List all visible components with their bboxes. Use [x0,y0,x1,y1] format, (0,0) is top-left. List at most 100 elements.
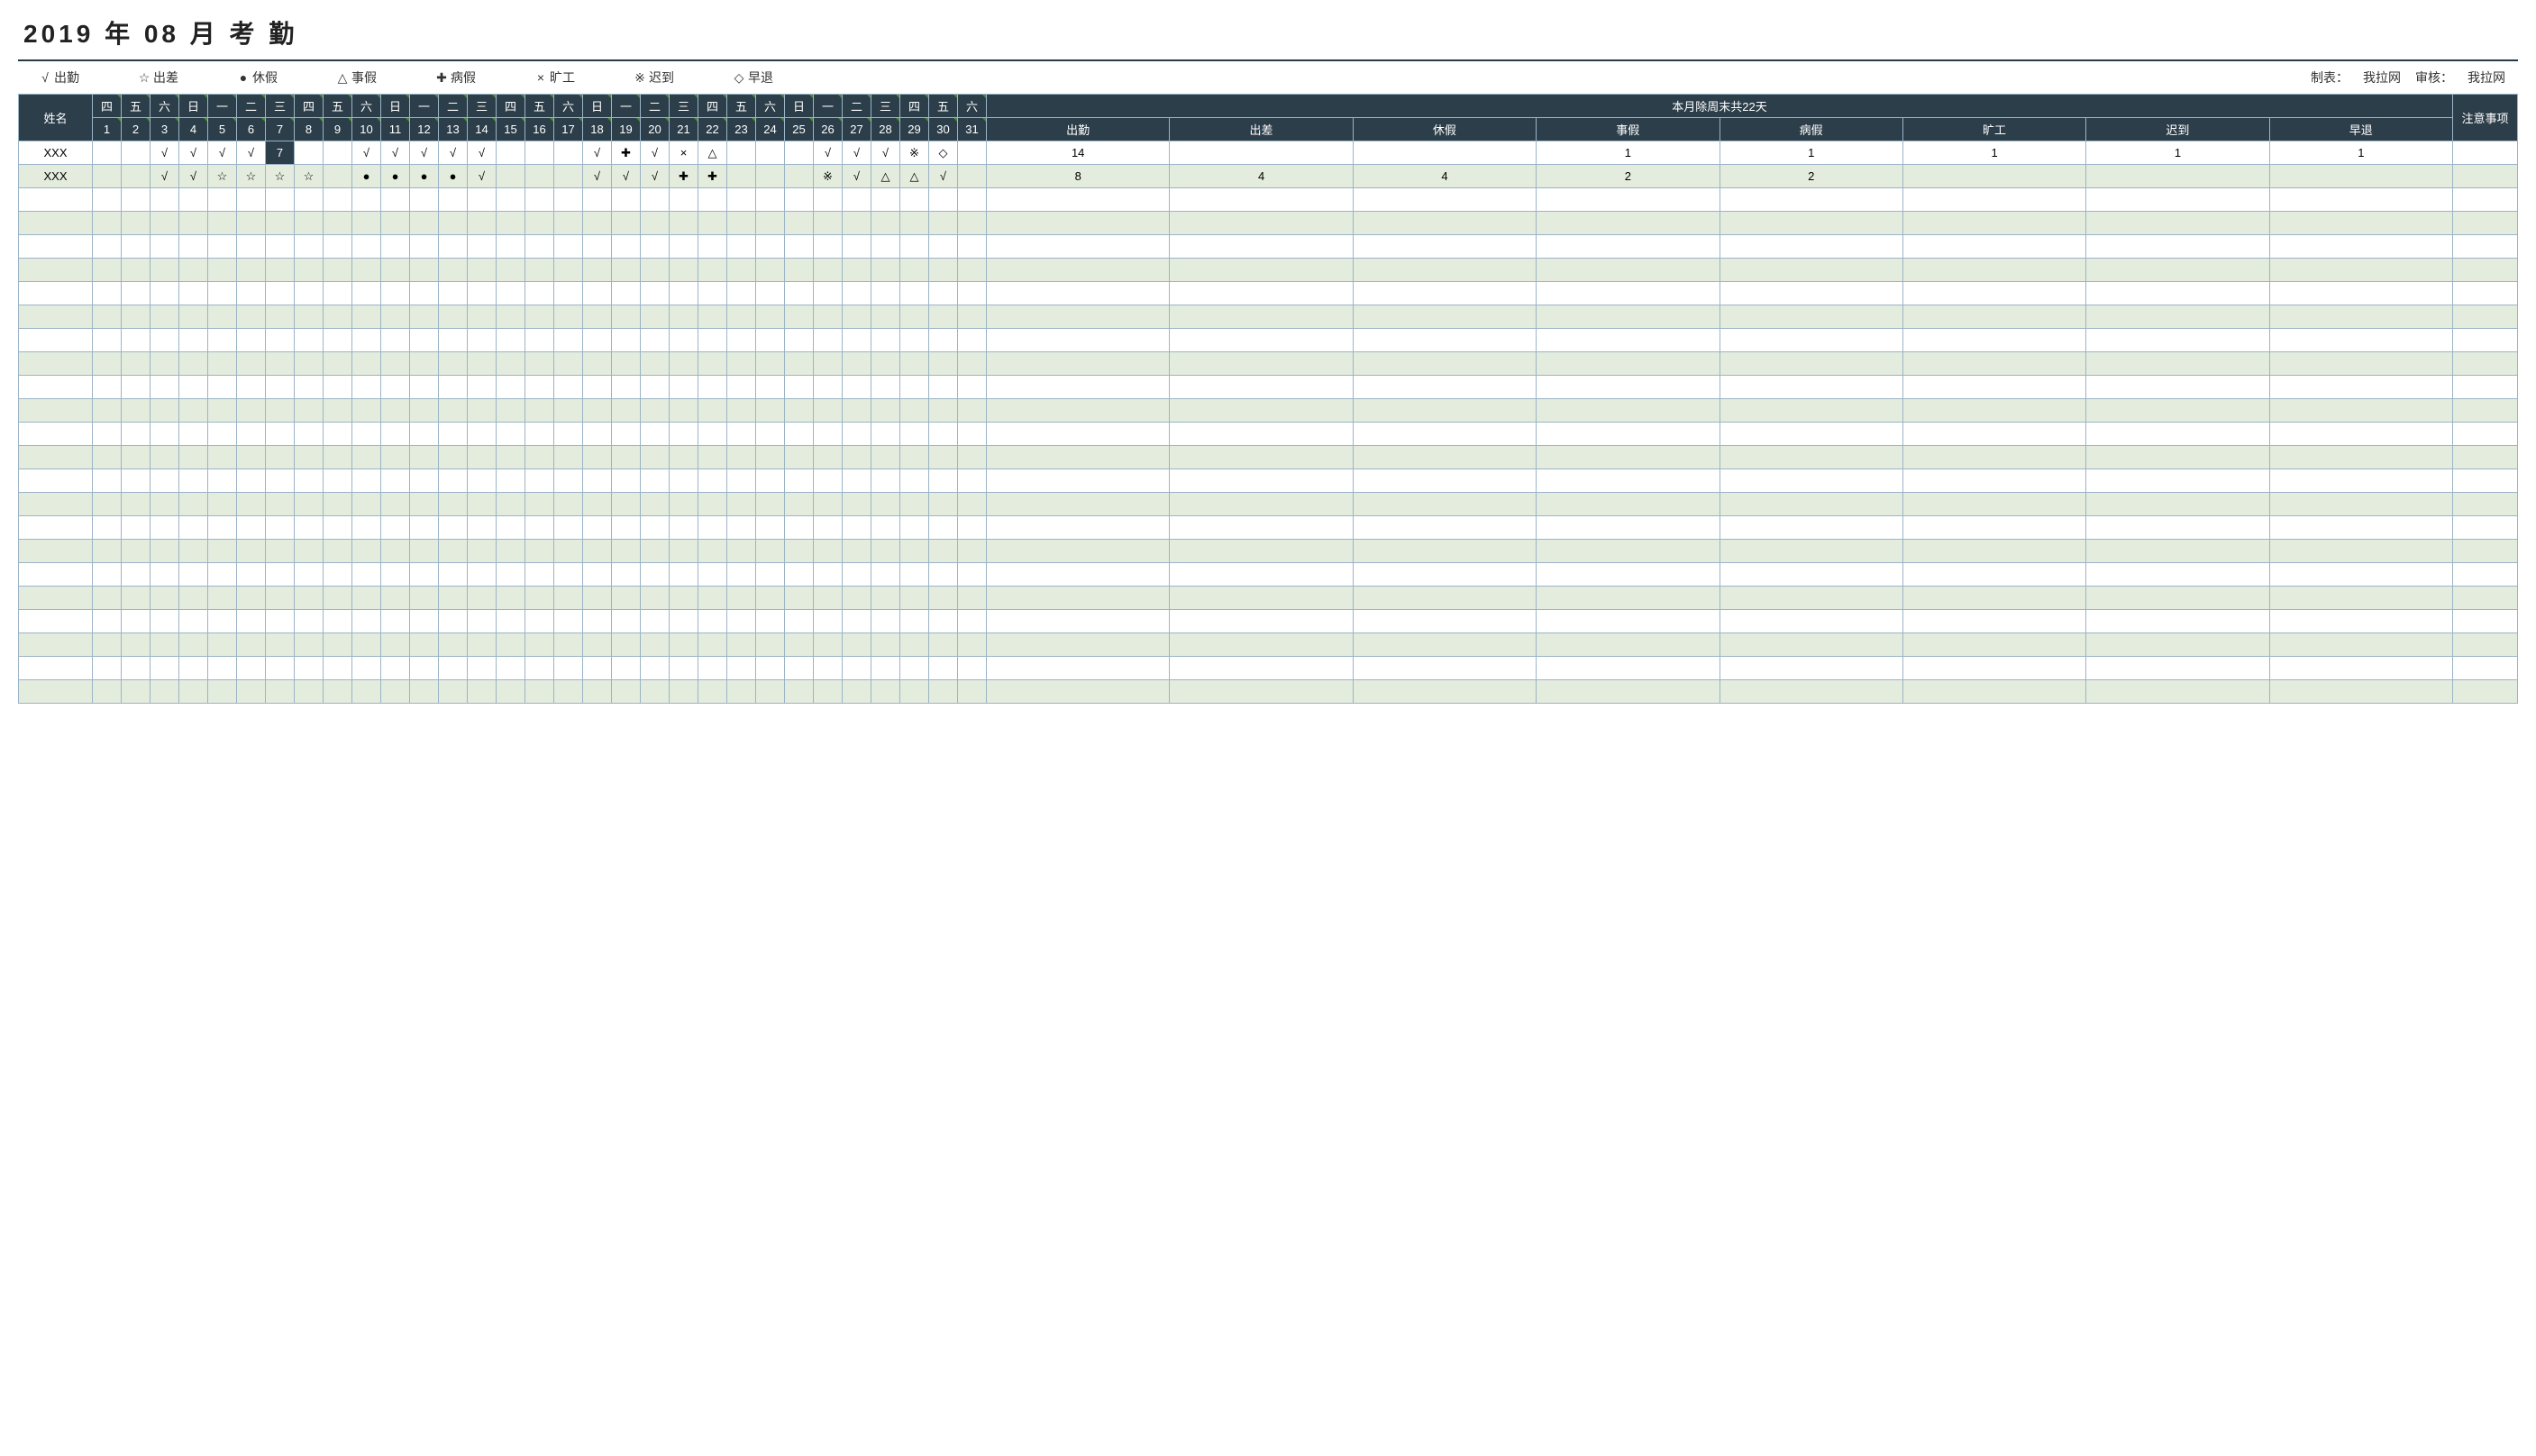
day-cell[interactable] [814,235,843,259]
day-cell[interactable] [583,587,612,610]
day-cell[interactable] [295,188,324,212]
day-cell[interactable] [295,423,324,446]
day-cell[interactable] [756,165,785,188]
day-cell[interactable] [641,469,670,493]
day-cell[interactable] [785,165,814,188]
day-cell[interactable]: √ [151,141,179,165]
day-cell[interactable] [468,587,497,610]
day-cell[interactable] [583,399,612,423]
day-cell[interactable] [554,610,583,633]
notes-cell[interactable] [2453,633,2518,657]
day-cell[interactable] [151,282,179,305]
day-cell[interactable] [208,657,237,680]
day-cell[interactable] [871,446,900,469]
day-cell[interactable] [612,399,641,423]
day-cell[interactable] [151,657,179,680]
day-cell[interactable] [843,540,871,563]
day-cell[interactable] [929,235,958,259]
day-cell[interactable] [843,305,871,329]
day-cell[interactable] [670,188,698,212]
day-cell[interactable] [208,563,237,587]
day-cell[interactable]: √ [583,141,612,165]
day-cell[interactable] [900,469,929,493]
day-cell[interactable] [583,493,612,516]
day-cell[interactable] [871,610,900,633]
day-cell[interactable] [583,657,612,680]
day-cell[interactable] [583,423,612,446]
day-cell[interactable] [295,305,324,329]
day-cell[interactable] [237,329,266,352]
day-cell[interactable] [410,235,439,259]
day-cell[interactable] [698,633,727,657]
day-cell[interactable] [122,259,151,282]
day-cell[interactable] [122,235,151,259]
day-cell[interactable] [410,680,439,704]
day-cell[interactable] [266,329,295,352]
day-cell[interactable]: √ [871,141,900,165]
notes-cell[interactable] [2453,282,2518,305]
day-cell[interactable] [179,212,208,235]
day-cell[interactable] [641,235,670,259]
day-cell[interactable] [468,376,497,399]
day-cell[interactable] [324,563,352,587]
day-cell[interactable] [814,446,843,469]
day-cell[interactable] [727,399,756,423]
day-cell[interactable] [439,329,468,352]
day-cell[interactable] [439,516,468,540]
day-cell[interactable] [151,680,179,704]
day-cell[interactable] [583,305,612,329]
day-cell[interactable] [698,610,727,633]
day-cell[interactable] [900,329,929,352]
day-cell[interactable] [93,188,122,212]
day-cell[interactable] [843,563,871,587]
day-cell[interactable] [179,493,208,516]
day-cell[interactable] [439,188,468,212]
day-cell[interactable] [352,305,381,329]
day-cell[interactable] [93,259,122,282]
day-cell[interactable] [612,235,641,259]
day-cell[interactable] [179,376,208,399]
day-cell[interactable] [554,188,583,212]
name-cell[interactable] [19,282,93,305]
day-cell[interactable]: ☆ [266,165,295,188]
day-cell[interactable] [785,352,814,376]
day-cell[interactable] [208,469,237,493]
day-cell[interactable] [208,329,237,352]
day-cell[interactable] [785,516,814,540]
day-cell[interactable]: √ [929,165,958,188]
day-cell[interactable] [266,633,295,657]
day-cell[interactable] [122,446,151,469]
day-cell[interactable] [324,446,352,469]
day-cell[interactable] [266,423,295,446]
day-cell[interactable] [900,516,929,540]
day-cell[interactable] [468,563,497,587]
day-cell[interactable] [525,610,554,633]
day-cell[interactable] [900,259,929,282]
day-cell[interactable] [727,446,756,469]
day-cell[interactable]: ☆ [237,165,266,188]
day-cell[interactable] [324,188,352,212]
day-cell[interactable] [958,305,987,329]
day-cell[interactable] [727,563,756,587]
day-cell[interactable] [785,469,814,493]
day-cell[interactable] [439,540,468,563]
day-cell[interactable] [410,399,439,423]
day-cell[interactable] [237,680,266,704]
day-cell[interactable] [525,212,554,235]
day-cell[interactable] [785,493,814,516]
day-cell[interactable] [93,141,122,165]
day-cell[interactable] [554,282,583,305]
day-cell[interactable] [612,352,641,376]
day-cell[interactable] [266,235,295,259]
day-cell[interactable]: √ [410,141,439,165]
day-cell[interactable] [410,305,439,329]
day-cell[interactable] [381,610,410,633]
day-cell[interactable] [439,563,468,587]
day-cell[interactable] [900,610,929,633]
day-cell[interactable] [583,680,612,704]
day-cell[interactable] [900,446,929,469]
day-cell[interactable] [929,469,958,493]
day-cell[interactable] [439,587,468,610]
day-cell[interactable] [814,657,843,680]
day-cell[interactable] [756,469,785,493]
